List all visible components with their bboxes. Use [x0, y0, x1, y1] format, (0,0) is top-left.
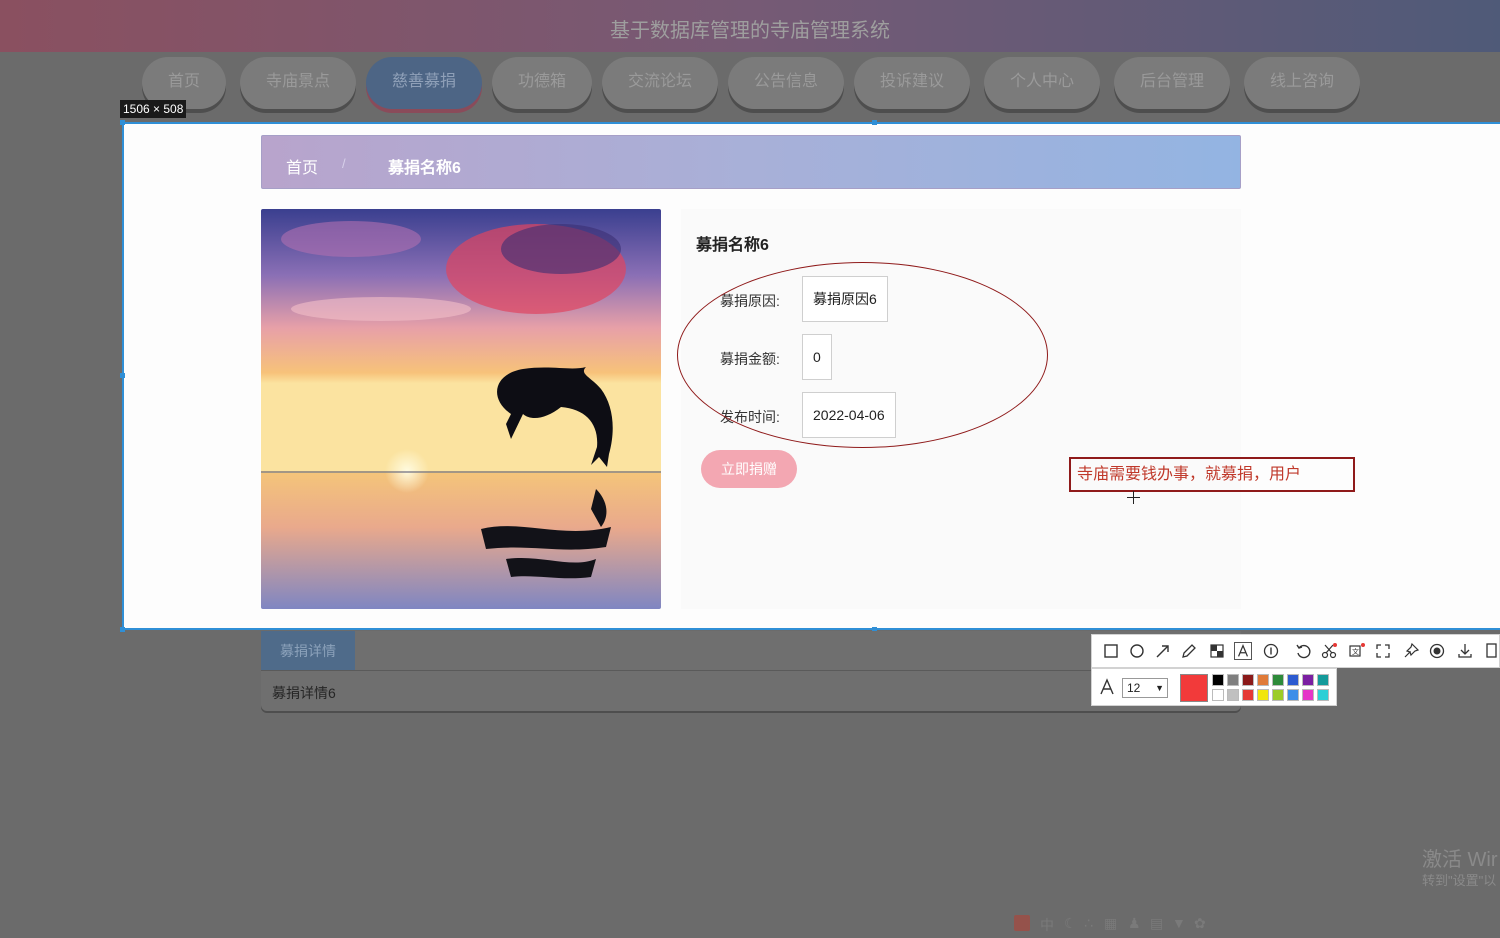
color-swatch[interactable]: [1212, 689, 1224, 701]
system-tray: 中 ☾ ∴ ▦ ♟ ▤ ▼ ✿: [1014, 915, 1214, 935]
breadcrumb: 首页 / 募捐名称6: [261, 135, 1241, 189]
resize-handle[interactable]: [120, 120, 125, 125]
text-icon[interactable]: [1234, 642, 1252, 660]
breadcrumb-home[interactable]: 首页: [286, 154, 318, 178]
breadcrumb-current: 募捐名称6: [388, 160, 461, 177]
nav-item-forum[interactable]: 交流论坛: [602, 57, 718, 109]
undo-icon[interactable]: [1294, 642, 1312, 660]
activation-watermark-sub: 转到"设置"以: [1422, 873, 1497, 888]
details-content: 募捐详情6: [272, 685, 336, 701]
user-icon[interactable]: ♟: [1128, 915, 1141, 932]
color-swatch[interactable]: [1242, 689, 1254, 701]
font-size-select[interactable]: 12 ▼: [1122, 678, 1168, 698]
nav-item-merit-box[interactable]: 功德箱: [492, 57, 592, 109]
ellipse-icon[interactable]: [1128, 642, 1146, 660]
nav-item-temple-sights[interactable]: 寺庙景点: [240, 57, 356, 109]
annotation-textbox[interactable]: 寺庙需要钱办事，就募捐，用户: [1069, 457, 1355, 492]
arrow-icon[interactable]: [1154, 642, 1172, 660]
color-swatch[interactable]: [1272, 674, 1284, 686]
briefcase-icon[interactable]: ▤: [1150, 915, 1163, 932]
activation-watermark: 激活 Wir: [1422, 849, 1498, 871]
fullscreen-icon[interactable]: [1374, 642, 1392, 660]
color-swatch[interactable]: [1317, 689, 1329, 701]
shirt-icon[interactable]: ▼: [1172, 915, 1186, 931]
color-swatch[interactable]: [1287, 674, 1299, 686]
resize-handle[interactable]: [872, 120, 877, 125]
number-icon[interactable]: [1262, 642, 1280, 660]
color-swatch[interactable]: [1227, 689, 1239, 701]
moon-icon[interactable]: ☾: [1064, 915, 1077, 932]
nav-item-admin[interactable]: 后台管理: [1114, 57, 1230, 109]
color-swatch[interactable]: [1272, 689, 1284, 701]
svg-text:文: 文: [1352, 647, 1359, 656]
current-color-swatch[interactable]: [1180, 674, 1208, 702]
mosaic-icon[interactable]: [1208, 642, 1226, 660]
donation-name: 募捐名称6: [696, 237, 769, 254]
nav-item-profile[interactable]: 个人中心: [984, 57, 1100, 109]
cut-icon[interactable]: [1320, 642, 1338, 660]
gear-icon[interactable]: ✿: [1194, 915, 1206, 932]
capture-toolbar: 文: [1091, 634, 1500, 668]
crosshair-cursor-icon: [1127, 491, 1140, 504]
app-title: 基于数据库管理的寺庙管理系统: [610, 20, 890, 42]
color-swatch[interactable]: [1302, 674, 1314, 686]
download-icon[interactable]: [1456, 642, 1474, 660]
sogou-icon[interactable]: [1014, 915, 1030, 931]
record-icon[interactable]: [1428, 642, 1446, 660]
nav-item-consult[interactable]: 线上咨询: [1244, 57, 1360, 109]
color-swatch[interactable]: [1227, 674, 1239, 686]
rectangle-icon[interactable]: [1102, 642, 1120, 660]
main-nav: 首页 寺庙景点 慈善募捐 功德箱 交流论坛 公告信息 投诉建议 个人中心 后台管…: [0, 57, 1500, 111]
ime-indicator[interactable]: 中: [1040, 915, 1054, 935]
ocr-icon[interactable]: 文: [1348, 642, 1366, 660]
color-swatch[interactable]: [1317, 674, 1329, 686]
color-swatch[interactable]: [1302, 689, 1314, 701]
color-swatch[interactable]: [1257, 689, 1269, 701]
donation-image: [261, 209, 661, 609]
dots-icon[interactable]: ∴: [1084, 915, 1093, 932]
keyboard-icon[interactable]: ▦: [1104, 915, 1117, 932]
color-swatch[interactable]: [1212, 674, 1224, 686]
tab-donation-details[interactable]: 募捐详情: [261, 631, 355, 671]
resize-handle[interactable]: [120, 627, 125, 632]
pin-icon[interactable]: [1402, 642, 1420, 660]
donate-button[interactable]: 立即捐赠: [701, 450, 797, 488]
breadcrumb-separator: /: [342, 156, 346, 171]
chevron-down-icon: ▼: [1155, 683, 1164, 693]
font-size-value: 12: [1127, 681, 1141, 695]
annotation-ellipse[interactable]: [677, 262, 1048, 448]
selection-size-label: 1506 × 508: [120, 100, 187, 118]
nav-item-complaints[interactable]: 投诉建议: [854, 57, 970, 109]
capture-style-bar: 12 ▼: [1091, 668, 1337, 706]
copy-icon[interactable]: [1482, 642, 1500, 660]
pencil-icon[interactable]: [1180, 642, 1198, 660]
font-icon: [1100, 678, 1114, 695]
app-header: 基于数据库管理的寺庙管理系统: [0, 0, 1500, 52]
resize-handle[interactable]: [120, 373, 125, 378]
color-swatch[interactable]: [1287, 689, 1299, 701]
color-swatch[interactable]: [1257, 674, 1269, 686]
color-swatch[interactable]: [1242, 674, 1254, 686]
nav-item-announcements[interactable]: 公告信息: [728, 57, 844, 109]
nav-item-charity[interactable]: 慈善募捐: [366, 57, 482, 109]
